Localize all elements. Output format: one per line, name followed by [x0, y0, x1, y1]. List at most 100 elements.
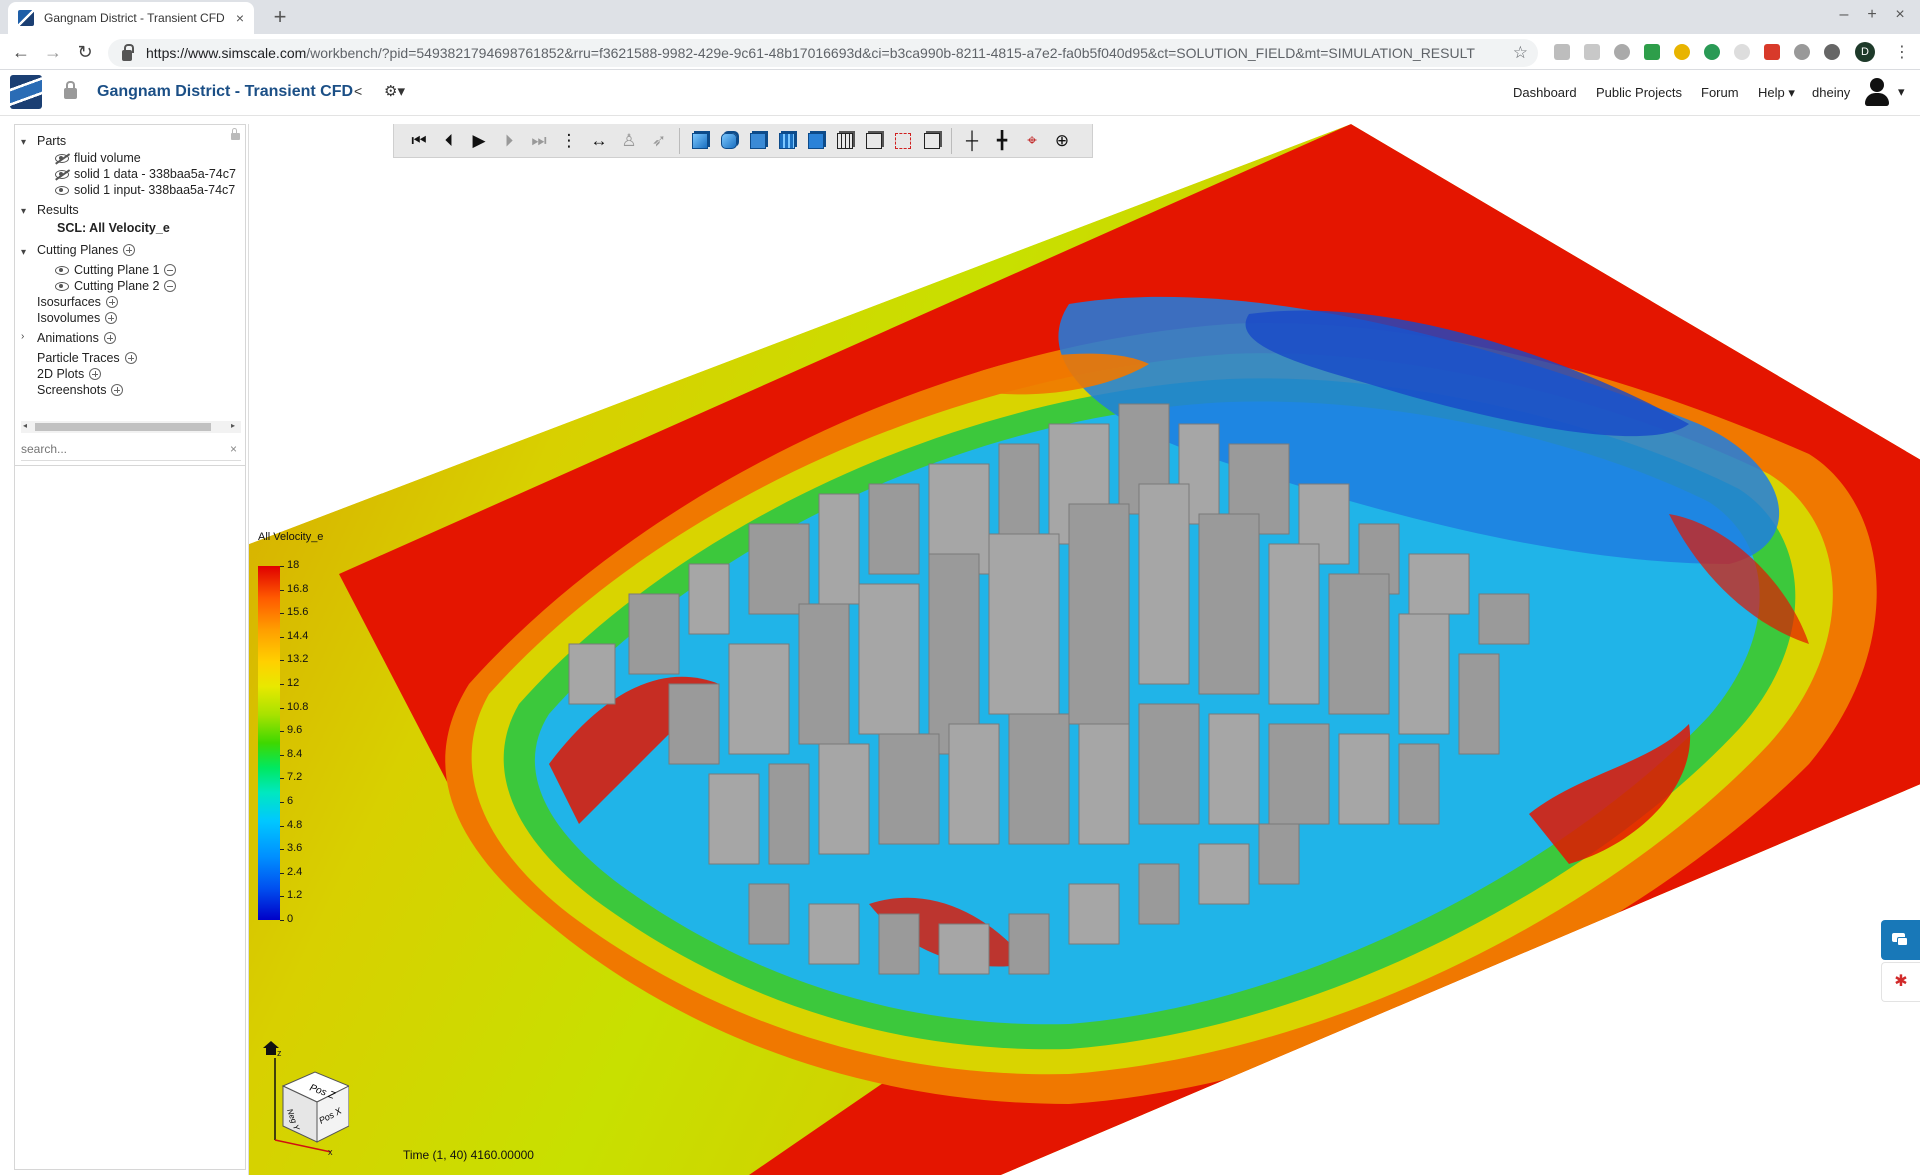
tree-isovolumes[interactable]: Isovolumes: [37, 311, 118, 325]
tree-isosurfaces[interactable]: Isosurfaces: [37, 295, 118, 309]
add-icon[interactable]: [89, 368, 102, 380]
step-back-button[interactable]: ⏴: [434, 126, 464, 156]
username[interactable]: dheiny: [1812, 85, 1850, 100]
tab-close-icon[interactable]: ×: [236, 10, 244, 26]
bug-report-icon[interactable]: ✱: [1881, 962, 1920, 1002]
tree-horizontal-scrollbar[interactable]: ◂ ▸: [21, 421, 241, 433]
extension-puzzle-icon[interactable]: [1614, 44, 1630, 60]
tree-part-solid-input[interactable]: solid 1 input- 338baa5a-74c7: [55, 183, 235, 197]
tree-cutting-plane-1[interactable]: Cutting Plane 1: [55, 263, 177, 277]
nav-help[interactable]: Help ▾: [1758, 85, 1795, 101]
chevron-down-icon[interactable]: ▾: [21, 137, 26, 148]
add-icon[interactable]: [103, 332, 116, 344]
cutting-plane-e-button[interactable]: ╋: [987, 126, 1017, 156]
tree-lock-icon[interactable]: [231, 128, 240, 140]
tree-cutting-planes[interactable]: Cutting Planes: [37, 243, 136, 257]
orientation-cube[interactable]: Pos Z Neg Y Pos X: [269, 1054, 349, 1154]
solid-view-button[interactable]: [685, 126, 714, 156]
user-avatar[interactable]: [1864, 78, 1890, 108]
gear-icon[interactable]: ⚙▾: [384, 82, 405, 100]
tree-search-input[interactable]: [21, 441, 211, 456]
extension-sync-icon[interactable]: [1674, 44, 1690, 60]
center-rotation-button[interactable]: ⊕: [1047, 126, 1077, 156]
extension-arrow-icon[interactable]: [1764, 44, 1780, 60]
extension-shield-icon[interactable]: [1794, 44, 1810, 60]
remove-icon[interactable]: [164, 264, 177, 276]
eye-hidden-icon[interactable]: [55, 169, 69, 179]
minimize-button[interactable]: –: [1832, 6, 1856, 24]
play-button[interactable]: ▶: [464, 126, 494, 156]
remove-icon[interactable]: [164, 280, 177, 292]
hidden-line-view-button[interactable]: [888, 126, 917, 156]
nav-dashboard[interactable]: Dashboard: [1513, 85, 1577, 100]
tree-cutting-plane-2[interactable]: Cutting Plane 2: [55, 279, 177, 293]
extension-g-icon[interactable]: [1554, 44, 1570, 60]
tree-result-item[interactable]: SCL: All Velocity_e: [57, 221, 170, 235]
new-tab-button[interactable]: +: [266, 4, 294, 30]
cutting-plane-p-button[interactable]: ┼: [957, 126, 987, 156]
add-icon[interactable]: [124, 352, 137, 364]
3d-viewer[interactable]: ⏮ ⏴ ▶ ⏵ ⏭ ⋮ ↔ ♙ ➶ ┼ ╋ ⌖ ⊕ All Velocity_e…: [248, 124, 1920, 1175]
chat-icon[interactable]: [1881, 920, 1920, 960]
extension-dot-icon[interactable]: [1734, 44, 1750, 60]
tree-part-fluid-volume[interactable]: fluid volume: [55, 151, 141, 165]
tree-results[interactable]: Results: [37, 203, 79, 217]
extension-history-icon[interactable]: [1824, 44, 1840, 60]
tree-animations[interactable]: Animations: [37, 331, 116, 345]
chevron-down-icon[interactable]: ▾: [21, 247, 26, 258]
user-menu-chevron-icon[interactable]: ▾: [1898, 84, 1905, 100]
tree-2d-plots[interactable]: 2D Plots: [37, 367, 102, 381]
step-forward-button[interactable]: ⏵: [494, 126, 524, 156]
extension-reader-icon[interactable]: [1584, 44, 1600, 60]
search-clear-icon[interactable]: ×: [230, 442, 237, 456]
more-vertical-icon[interactable]: ⋮: [554, 126, 584, 156]
bookmark-star-icon[interactable]: ☆: [1513, 43, 1528, 63]
forward-button[interactable]: →: [40, 40, 66, 64]
tree-particle-traces[interactable]: Particle Traces: [37, 351, 137, 365]
eye-icon[interactable]: [55, 281, 69, 291]
eye-icon[interactable]: [55, 185, 69, 195]
tree-parts[interactable]: Parts: [37, 134, 66, 148]
smooth-view-button[interactable]: [714, 126, 743, 156]
share-icon[interactable]: <: [354, 83, 362, 99]
scrollbar-thumb[interactable]: [35, 423, 211, 431]
eye-icon[interactable]: [55, 265, 69, 275]
surface-mesh-view-button[interactable]: [772, 126, 801, 156]
tree-part-solid-data[interactable]: solid 1 data - 338baa5a-74c7: [55, 167, 236, 181]
nav-forum[interactable]: Forum: [1701, 85, 1739, 100]
tree-screenshots[interactable]: Screenshots: [37, 383, 124, 397]
add-icon[interactable]: [123, 244, 136, 256]
wireframe-view-button[interactable]: [830, 126, 859, 156]
back-button[interactable]: ←: [8, 40, 34, 64]
cfd-velocity-field-render[interactable]: [249, 124, 1920, 1175]
add-icon[interactable]: [111, 384, 124, 396]
skip-to-end-button[interactable]: ⏭: [524, 126, 554, 156]
fly-mode-button[interactable]: ➶: [644, 126, 674, 156]
browser-tab[interactable]: Gangnam District - Transient CFD ×: [8, 2, 254, 34]
project-title[interactable]: Gangnam District - Transient CFD: [97, 83, 353, 101]
edges-only-view-button[interactable]: [917, 126, 946, 156]
close-window-button[interactable]: ×: [1888, 6, 1912, 24]
reload-button[interactable]: ↻: [72, 40, 98, 64]
outline-view-button[interactable]: [859, 126, 888, 156]
add-icon[interactable]: [105, 312, 118, 324]
scroll-right-icon[interactable]: ▸: [231, 421, 235, 430]
chevron-down-icon[interactable]: ▾: [21, 206, 26, 217]
skip-to-start-button[interactable]: ⏮: [404, 126, 434, 156]
scroll-left-icon[interactable]: ◂: [23, 421, 27, 430]
browser-profile-avatar[interactable]: D: [1855, 42, 1875, 62]
surface-view-button[interactable]: [743, 126, 772, 156]
simscale-logo[interactable]: [10, 75, 42, 109]
extension-circle-icon[interactable]: [1704, 44, 1720, 60]
browser-menu-icon[interactable]: ⋮: [1894, 42, 1910, 62]
eye-hidden-icon[interactable]: [55, 153, 69, 163]
add-icon[interactable]: [105, 296, 118, 308]
maximize-button[interactable]: +: [1860, 6, 1884, 24]
chevron-right-icon[interactable]: ›: [21, 331, 24, 342]
pick-point-button[interactable]: ⌖: [1017, 126, 1047, 156]
address-bar[interactable]: https://www.simscale.com /workbench/?pid…: [108, 39, 1538, 67]
fit-view-button[interactable]: ↔: [584, 126, 614, 156]
surface-edges-view-button[interactable]: [801, 126, 830, 156]
extension-check-icon[interactable]: [1644, 44, 1660, 60]
nav-public-projects[interactable]: Public Projects: [1596, 85, 1682, 100]
